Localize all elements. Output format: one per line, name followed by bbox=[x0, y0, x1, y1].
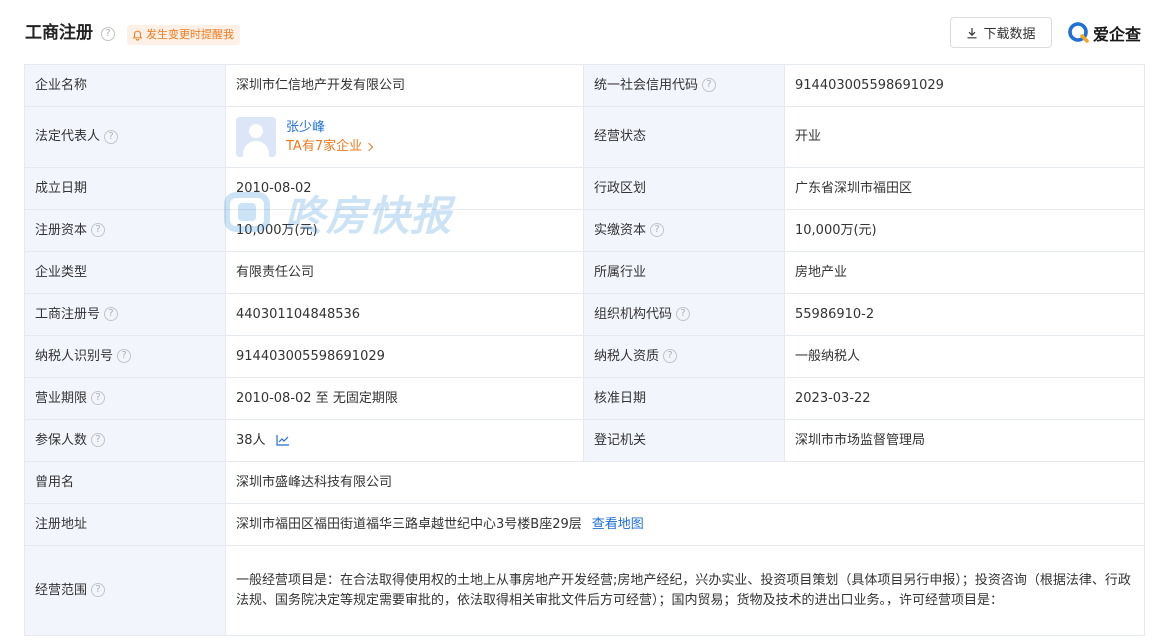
help-icon[interactable]: ? bbox=[676, 307, 691, 321]
table-row: 企业类型 有限责任公司 所属行业 房地产业 bbox=[24, 251, 1145, 294]
table-row: 纳税人识别号? 914403005598691029 纳税人资质? 一般纳税人 bbox=[24, 335, 1145, 378]
label-approval-date: 核准日期 bbox=[583, 377, 785, 420]
value-operating-status: 开业 bbox=[784, 106, 1145, 168]
download-icon bbox=[967, 27, 977, 38]
value-insured-count: 38人 bbox=[225, 419, 584, 462]
label-taxpayer-id: 纳税人识别号? bbox=[24, 335, 226, 378]
value-business-term: 2010-08-02 至 无固定期限 bbox=[225, 377, 584, 420]
help-icon[interactable]: ? bbox=[104, 307, 119, 321]
bell-icon bbox=[132, 30, 143, 41]
help-icon[interactable]: ? bbox=[702, 78, 717, 92]
table-row: 注册地址 深圳市福田区福田街道福华三路卓越世纪中心3号楼B座29层 查看地图 bbox=[24, 503, 1145, 546]
label-established-date: 成立日期 bbox=[24, 167, 226, 210]
value-legal-rep: 张少峰 TA有7家企业 bbox=[225, 106, 584, 168]
label-operating-status: 经营状态 bbox=[583, 106, 785, 168]
table-row: 曾用名 深圳市盛峰达科技有限公司 bbox=[24, 461, 1145, 504]
label-credit-code: 统一社会信用代码? bbox=[583, 64, 785, 107]
logo-text: 爱企查 bbox=[1093, 25, 1142, 44]
change-alert-button[interactable]: 发生变更时提醒我 bbox=[127, 25, 240, 45]
label-org-code: 组织机构代码? bbox=[583, 293, 785, 336]
label-industry: 所属行业 bbox=[583, 251, 785, 294]
help-icon[interactable]: ? bbox=[650, 223, 665, 237]
label-registered-address: 注册地址 bbox=[24, 503, 226, 546]
value-credit-code: 914403005598691029 bbox=[784, 64, 1145, 107]
help-icon[interactable]: ? bbox=[91, 391, 106, 405]
table-row: 成立日期 2010-08-02 行政区划 广东省深圳市福田区 bbox=[24, 167, 1145, 210]
trend-chart-icon[interactable] bbox=[275, 434, 290, 446]
change-alert-label: 发生变更时提醒我 bbox=[146, 28, 234, 41]
view-map-link[interactable]: 查看地图 bbox=[592, 517, 644, 532]
help-icon[interactable]: ? bbox=[104, 129, 119, 144]
label-registration-number: 工商注册号? bbox=[24, 293, 226, 336]
label-former-name: 曾用名 bbox=[24, 461, 226, 504]
value-registration-authority: 深圳市市场监督管理局 bbox=[784, 419, 1145, 462]
label-paid-capital: 实缴资本? bbox=[583, 209, 785, 252]
download-data-label: 下载数据 bbox=[983, 27, 1036, 42]
help-icon[interactable]: ? bbox=[91, 433, 106, 447]
help-icon[interactable]: ? bbox=[91, 223, 106, 237]
table-row: 工商注册号? 440301104848536 组织机构代码? 55986910-… bbox=[24, 293, 1145, 336]
value-approval-date: 2023-03-22 bbox=[784, 377, 1145, 420]
value-business-scope: 一般经营项目是：在合法取得使用权的土地上从事房地产开发经营;房地产经纪，兴办实业… bbox=[225, 545, 1145, 636]
value-org-code: 55986910-2 bbox=[784, 293, 1145, 336]
value-established-date: 2010-08-02 bbox=[225, 167, 584, 210]
table-row: 注册资本? 10,000万(元) 实缴资本? 10,000万(元) bbox=[24, 209, 1145, 252]
label-company-type: 企业类型 bbox=[24, 251, 226, 294]
aiqicha-logo[interactable]: 爱企查 bbox=[1068, 20, 1141, 46]
business-registration-table: 企业名称 深圳市仁信地产开发有限公司 统一社会信用代码? 91440300559… bbox=[24, 64, 1145, 636]
label-legal-rep: 法定代表人? bbox=[24, 106, 226, 168]
table-row: 参保人数? 38人 登记机关 深圳市市场监督管理局 bbox=[24, 419, 1145, 462]
legal-rep-name-link[interactable]: 张少峰 bbox=[286, 118, 372, 137]
label-registration-authority: 登记机关 bbox=[583, 419, 785, 462]
value-registered-address: 深圳市福田区福田街道福华三路卓越世纪中心3号楼B座29层 查看地图 bbox=[225, 503, 1145, 546]
avatar[interactable] bbox=[236, 117, 276, 157]
help-icon[interactable]: ? bbox=[663, 349, 678, 363]
help-icon[interactable]: ? bbox=[117, 349, 132, 363]
label-admin-region: 行政区划 bbox=[583, 167, 785, 210]
value-admin-region: 广东省深圳市福田区 bbox=[784, 167, 1145, 210]
label-business-term: 营业期限? bbox=[24, 377, 226, 420]
value-company-type: 有限责任公司 bbox=[225, 251, 584, 294]
value-company-name: 深圳市仁信地产开发有限公司 bbox=[225, 64, 584, 107]
value-paid-capital: 10,000万(元) bbox=[784, 209, 1145, 252]
value-taxpayer-id: 914403005598691029 bbox=[225, 335, 584, 378]
value-registered-capital: 10,000万(元) bbox=[225, 209, 584, 252]
legal-rep-companies-link[interactable]: TA有7家企业 bbox=[286, 137, 374, 156]
value-industry: 房地产业 bbox=[784, 251, 1145, 294]
help-icon[interactable]: ? bbox=[101, 27, 115, 41]
search-logo-icon bbox=[1068, 22, 1089, 43]
value-former-name: 深圳市盛峰达科技有限公司 bbox=[225, 461, 1145, 504]
table-row: 经营范围? 一般经营项目是：在合法取得使用权的土地上从事房地产开发经营;房地产经… bbox=[24, 545, 1145, 636]
table-row: 营业期限? 2010-08-02 至 无固定期限 核准日期 2023-03-22 bbox=[24, 377, 1145, 420]
help-icon[interactable]: ? bbox=[91, 583, 106, 597]
table-row: 企业名称 深圳市仁信地产开发有限公司 统一社会信用代码? 91440300559… bbox=[24, 64, 1145, 107]
label-registered-capital: 注册资本? bbox=[24, 209, 226, 252]
table-row: 法定代表人? 张少峰 TA有7家企业 经营状态 开业 bbox=[24, 106, 1145, 168]
chevron-right-icon bbox=[364, 142, 374, 152]
page-title: 工商注册 bbox=[25, 23, 93, 43]
value-taxpayer-qualification: 一般纳税人 bbox=[784, 335, 1145, 378]
label-business-scope: 经营范围? bbox=[24, 545, 226, 636]
label-taxpayer-qualification: 纳税人资质? bbox=[583, 335, 785, 378]
label-insured-count: 参保人数? bbox=[24, 419, 226, 462]
download-data-button[interactable]: 下载数据 bbox=[950, 17, 1052, 48]
page-header: 工商注册 ? 发生变更时提醒我 下载数据 爱企查 bbox=[0, 0, 1160, 64]
value-registration-number: 440301104848536 bbox=[225, 293, 584, 336]
label-company-name: 企业名称 bbox=[24, 64, 226, 107]
